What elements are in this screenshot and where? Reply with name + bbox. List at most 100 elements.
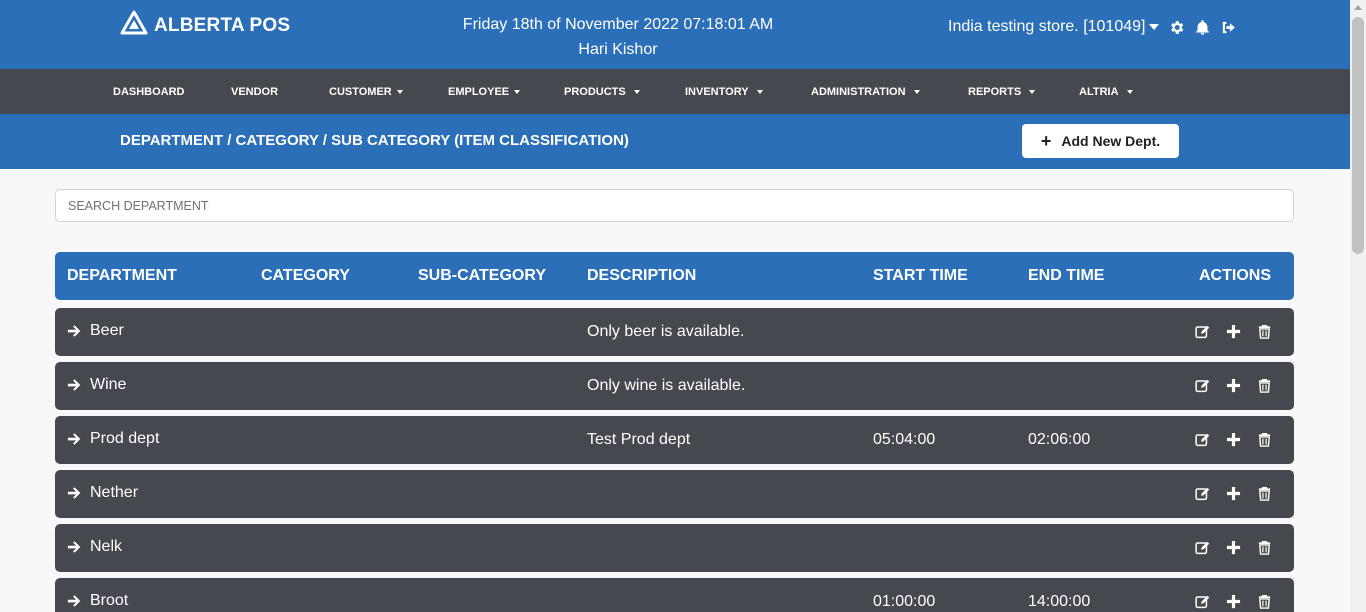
nav-altria[interactable]: ALTRIA [1079,69,1133,114]
nav-vendor[interactable]: VENDOR [231,69,278,114]
edit-icon[interactable] [1195,432,1210,447]
trash-icon[interactable] [1257,594,1272,609]
expand-arrow-icon[interactable] [67,324,81,338]
page-header: DEPARTMENT / CATEGORY / SUB CATEGORY (IT… [0,114,1350,169]
row-actions [1195,432,1272,447]
nav-label: REPORTS [968,85,1022,98]
page-scrollbar[interactable] [1350,0,1366,612]
description-cell: Only beer is available. [587,323,745,340]
col-subcategory: SUB-CATEGORY [418,267,546,284]
search-department-input[interactable] [55,189,1294,222]
expand-arrow-icon[interactable] [67,378,81,392]
chevron-down-icon [1149,24,1160,30]
row-actions [1195,486,1272,501]
department-name: Nether [90,484,139,501]
edit-icon[interactable] [1195,594,1210,609]
add-new-dept-button[interactable]: + Add New Dept. [1022,124,1179,158]
current-user: Hari Kishor [578,41,658,58]
table-row[interactable]: Wine Only wine is available. [55,362,1294,410]
store-area: India testing store. [101049] [948,18,1237,36]
nav-label: PRODUCTS [564,85,626,98]
chevron-down-icon [1029,89,1036,94]
nav-label: INVENTORY [685,85,749,98]
department-cell: Nelk [67,538,122,556]
department-name: Nelk [90,538,123,555]
col-department: DEPARTMENT [67,267,177,284]
nav-inventory[interactable]: INVENTORY [685,69,763,114]
plus-icon[interactable] [1226,324,1241,339]
nav-products[interactable]: PRODUCTS [564,69,640,114]
bell-icon[interactable] [1193,18,1211,36]
edit-icon[interactable] [1195,540,1210,555]
end-time-cell: 14:00:00 [1028,593,1091,610]
table-row[interactable]: Nether [55,470,1294,518]
trash-icon[interactable] [1257,378,1272,393]
trash-icon[interactable] [1257,324,1272,339]
brand-name: ALBERTA POS [154,15,291,36]
top-header: ALBERTA POS Friday 18th of November 2022… [0,0,1350,69]
chevron-down-icon [396,89,403,94]
chevron-down-icon [756,89,763,94]
plus-icon[interactable] [1226,594,1241,609]
description-cell: Test Prod dept [587,431,691,448]
expand-arrow-icon[interactable] [67,432,81,446]
row-actions [1195,324,1272,339]
table-header: DEPARTMENT CATEGORY SUB-CATEGORY DESCRIP… [55,252,1294,300]
department-cell: Nether [67,484,138,502]
department-name: Prod dept [90,430,160,447]
plus-icon[interactable] [1226,378,1241,393]
store-name: India testing store. [101049] [948,18,1146,35]
table-row[interactable]: Broot 01:00:00 14:00:00 [55,578,1294,612]
add-button-label: Add New Dept. [1061,133,1161,149]
nav-customer[interactable]: CUSTOMER [329,69,403,114]
expand-arrow-icon[interactable] [67,540,81,554]
col-start-time: START TIME [873,267,968,284]
scrollbar-thumb[interactable] [1352,17,1364,254]
plus-icon[interactable] [1226,432,1241,447]
edit-icon[interactable] [1195,324,1210,339]
current-datetime: Friday 18th of November 2022 07:18:01 AM [462,16,774,33]
nav-administration[interactable]: ADMINISTRATION [811,69,920,114]
nav-dashboard[interactable]: DASHBOARD [113,69,185,114]
col-actions: ACTIONS [1199,267,1271,284]
table-row[interactable]: Beer Only beer is available. [55,308,1294,356]
nav-employee[interactable]: EMPLOYEE [448,69,521,114]
expand-arrow-icon[interactable] [67,594,81,608]
edit-icon[interactable] [1195,378,1210,393]
chevron-down-icon [1126,89,1133,94]
description-cell: Only wine is available. [587,377,746,394]
main-nav: DASHBOARD VENDOR CUSTOMER EMPLOYEE PRODU… [0,69,1350,114]
end-time-cell: 02:06:00 [1028,431,1091,448]
department-cell: Prod dept [67,430,159,448]
settings-gear-icon[interactable] [1167,18,1185,36]
department-name: Broot [90,592,129,609]
nav-reports[interactable]: REPORTS [968,69,1036,114]
trash-icon[interactable] [1257,540,1272,555]
nav-label: CUSTOMER [329,85,392,98]
store-selector[interactable]: India testing store. [101049] [948,18,1160,36]
plus-icon[interactable] [1226,540,1241,555]
row-actions [1195,540,1272,555]
logout-icon[interactable] [1219,18,1237,36]
trash-icon[interactable] [1257,432,1272,447]
col-category: CATEGORY [261,267,350,284]
edit-icon[interactable] [1195,486,1210,501]
scroll-up-arrow-icon[interactable] [1354,5,1362,10]
department-cell: Broot [67,592,128,610]
chevron-down-icon [913,89,920,94]
department-cell: Wine [67,376,126,394]
department-name: Beer [90,322,124,339]
expand-arrow-icon[interactable] [67,486,81,500]
plus-icon[interactable] [1226,486,1241,501]
trash-icon[interactable] [1257,486,1272,501]
department-name: Wine [90,376,127,393]
start-time-cell: 05:04:00 [873,431,936,448]
brand-logo[interactable]: ALBERTA POS [120,10,291,40]
row-actions [1195,378,1272,393]
col-end-time: END TIME [1028,267,1105,284]
table-row[interactable]: Prod dept Test Prod dept 05:04:00 02:06:… [55,416,1294,464]
chevron-down-icon [633,89,640,94]
row-actions [1195,594,1272,609]
nav-label: DASHBOARD [113,85,185,98]
table-row[interactable]: Nelk [55,524,1294,572]
